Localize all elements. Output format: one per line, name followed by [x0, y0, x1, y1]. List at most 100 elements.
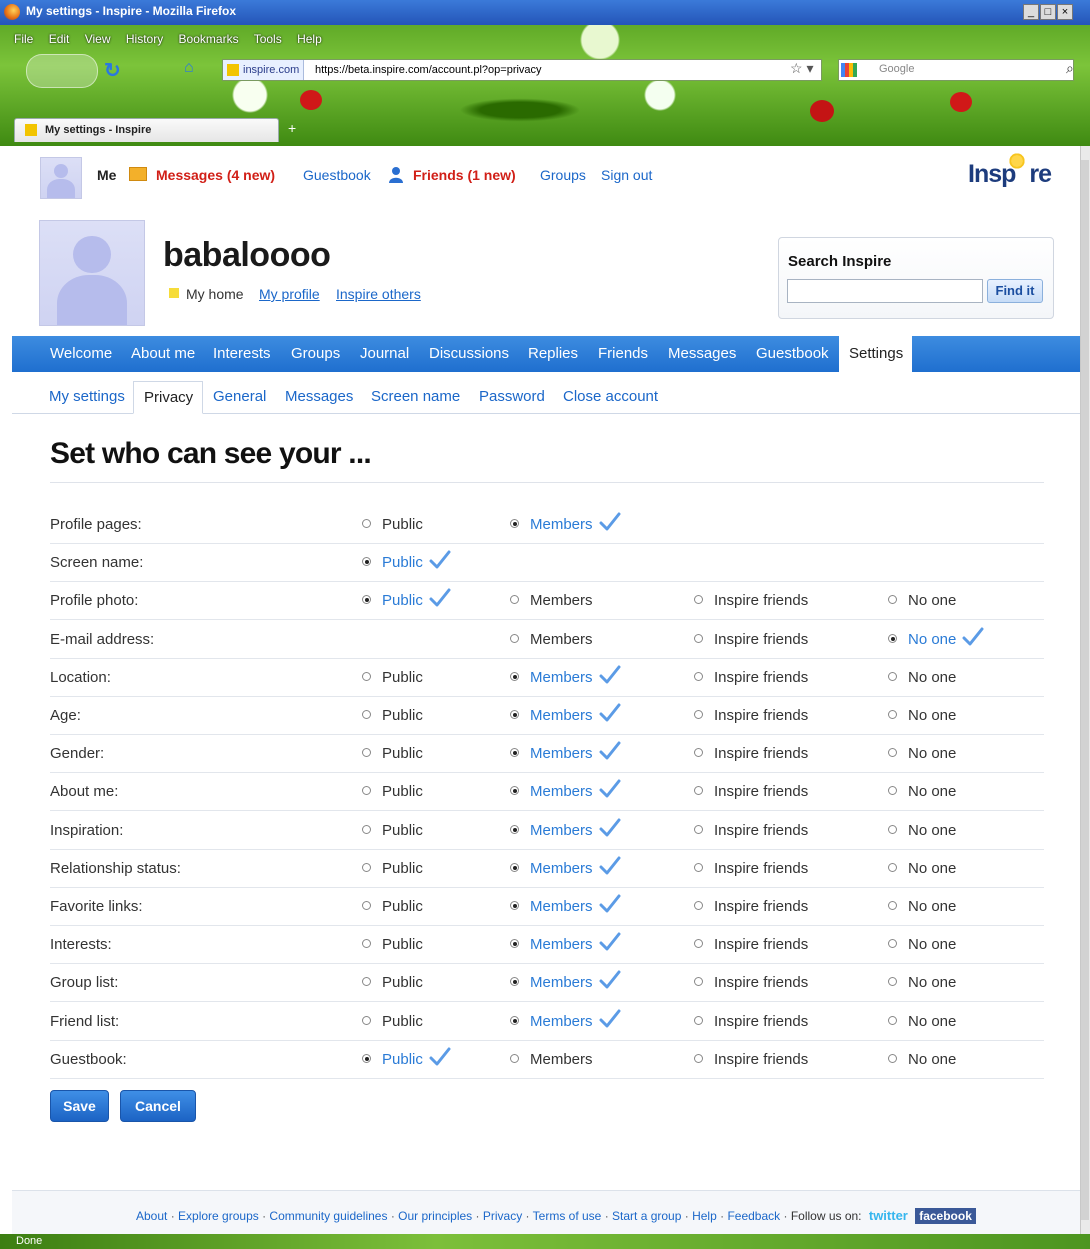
guestbook-option-noone[interactable]: No one	[888, 1051, 956, 1068]
group-list-option-members[interactable]: Members	[510, 970, 621, 991]
google-icon[interactable]	[841, 63, 857, 77]
find-it-button[interactable]: Find it	[987, 279, 1043, 303]
nav-signout-link[interactable]: Sign out	[601, 167, 652, 183]
radio-button[interactable]	[362, 557, 371, 566]
tab-settings[interactable]: Settings	[849, 345, 903, 362]
tab-journal[interactable]: Journal	[360, 345, 409, 362]
tab-discussions[interactable]: Discussions	[429, 345, 509, 362]
radio-button[interactable]	[510, 977, 519, 986]
tab-interests[interactable]: Interests	[213, 345, 271, 362]
age-option-members[interactable]: Members	[510, 703, 621, 724]
gender-option-members[interactable]: Members	[510, 741, 621, 762]
radio-button[interactable]	[362, 977, 371, 986]
radio-button[interactable]	[888, 901, 897, 910]
age-option-noone[interactable]: No one	[888, 707, 956, 724]
radio-button[interactable]	[694, 786, 703, 795]
subtab-my-settings[interactable]: My settings	[49, 388, 125, 405]
email-address-option-friends[interactable]: Inspire friends	[694, 631, 808, 648]
favorite-links-option-members[interactable]: Members	[510, 894, 621, 915]
profile-photo-option-public[interactable]: Public	[362, 588, 451, 609]
my-profile-link[interactable]: My profile	[259, 286, 320, 302]
interests-option-noone[interactable]: No one	[888, 936, 956, 953]
email-address-option-noone[interactable]: No one	[888, 627, 984, 648]
relationship-status-option-members[interactable]: Members	[510, 856, 621, 877]
radio-button[interactable]	[362, 786, 371, 795]
radio-button[interactable]	[362, 863, 371, 872]
footer-link-help[interactable]: Help	[692, 1209, 717, 1223]
menu-history[interactable]: History	[126, 32, 163, 46]
about-me-option-public[interactable]: Public	[362, 783, 423, 800]
site-identity-badge[interactable]: inspire.com	[223, 60, 305, 80]
email-address-option-members[interactable]: Members	[510, 631, 593, 648]
radio-button[interactable]	[888, 825, 897, 834]
radio-button[interactable]	[362, 825, 371, 834]
subtab-close-account[interactable]: Close account	[563, 388, 658, 405]
friend-list-option-members[interactable]: Members	[510, 1009, 621, 1030]
profile-avatar[interactable]	[39, 220, 145, 326]
radio-button[interactable]	[694, 863, 703, 872]
radio-button[interactable]	[510, 748, 519, 757]
radio-button[interactable]	[510, 634, 519, 643]
radio-button[interactable]	[362, 595, 371, 604]
radio-button[interactable]	[694, 1054, 703, 1063]
footer-link-privacy[interactable]: Privacy	[483, 1209, 522, 1223]
radio-button[interactable]	[694, 748, 703, 757]
radio-button[interactable]	[888, 1016, 897, 1025]
gender-option-noone[interactable]: No one	[888, 745, 956, 762]
footer-link-start-group[interactable]: Start a group	[612, 1209, 681, 1223]
group-list-option-noone[interactable]: No one	[888, 974, 956, 991]
inspiration-option-public[interactable]: Public	[362, 822, 423, 839]
guestbook-option-members[interactable]: Members	[510, 1051, 593, 1068]
favorite-links-option-noone[interactable]: No one	[888, 898, 956, 915]
nav-guestbook-link[interactable]: Guestbook	[303, 167, 371, 183]
friend-list-option-friends[interactable]: Inspire friends	[694, 1013, 808, 1030]
radio-button[interactable]	[510, 939, 519, 948]
footer-link-explore-groups[interactable]: Explore groups	[178, 1209, 259, 1223]
menu-tools[interactable]: Tools	[254, 32, 282, 46]
address-bar[interactable]: inspire.com https://beta.inspire.com/acc…	[222, 59, 822, 81]
radio-button[interactable]	[362, 939, 371, 948]
maximize-icon[interactable]: □	[1040, 4, 1056, 20]
tab-groups[interactable]: Groups	[291, 345, 340, 362]
about-me-option-members[interactable]: Members	[510, 779, 621, 800]
save-button[interactable]: Save	[50, 1090, 109, 1122]
age-option-public[interactable]: Public	[362, 707, 423, 724]
nav-friends-link[interactable]: Friends (1 new)	[413, 167, 516, 183]
radio-button[interactable]	[888, 939, 897, 948]
radio-button[interactable]	[888, 672, 897, 681]
radio-button[interactable]	[888, 595, 897, 604]
nav-me-link[interactable]: Me	[97, 167, 116, 183]
radio-button[interactable]	[694, 1016, 703, 1025]
subtab-password[interactable]: Password	[479, 388, 545, 405]
radio-button[interactable]	[510, 672, 519, 681]
relationship-status-option-public[interactable]: Public	[362, 860, 423, 877]
gender-option-public[interactable]: Public	[362, 745, 423, 762]
menu-help[interactable]: Help	[297, 32, 322, 46]
screen-name-option-public[interactable]: Public	[362, 550, 451, 571]
radio-button[interactable]	[510, 786, 519, 795]
tab-friends[interactable]: Friends	[598, 345, 648, 362]
radio-button[interactable]	[888, 1054, 897, 1063]
back-forward-button[interactable]	[26, 54, 98, 88]
menu-view[interactable]: View	[85, 32, 111, 46]
friend-list-option-noone[interactable]: No one	[888, 1013, 956, 1030]
radio-button[interactable]	[694, 634, 703, 643]
radio-button[interactable]	[694, 977, 703, 986]
location-option-members[interactable]: Members	[510, 665, 621, 686]
footer-link-our-principles[interactable]: Our principles	[398, 1209, 472, 1223]
location-option-noone[interactable]: No one	[888, 669, 956, 686]
nav-groups-link[interactable]: Groups	[540, 167, 586, 183]
profile-pages-option-public[interactable]: Public	[362, 516, 423, 533]
favorite-links-option-public[interactable]: Public	[362, 898, 423, 915]
inspiration-option-noone[interactable]: No one	[888, 822, 956, 839]
subtab-general[interactable]: General	[213, 388, 266, 405]
age-option-friends[interactable]: Inspire friends	[694, 707, 808, 724]
radio-button[interactable]	[694, 672, 703, 681]
group-list-option-friends[interactable]: Inspire friends	[694, 974, 808, 991]
radio-button[interactable]	[888, 710, 897, 719]
radio-button[interactable]	[362, 519, 371, 528]
facebook-logo[interactable]: facebook	[915, 1208, 976, 1224]
radio-button[interactable]	[888, 863, 897, 872]
radio-button[interactable]	[694, 825, 703, 834]
footer-link-feedback[interactable]: Feedback	[727, 1209, 780, 1223]
